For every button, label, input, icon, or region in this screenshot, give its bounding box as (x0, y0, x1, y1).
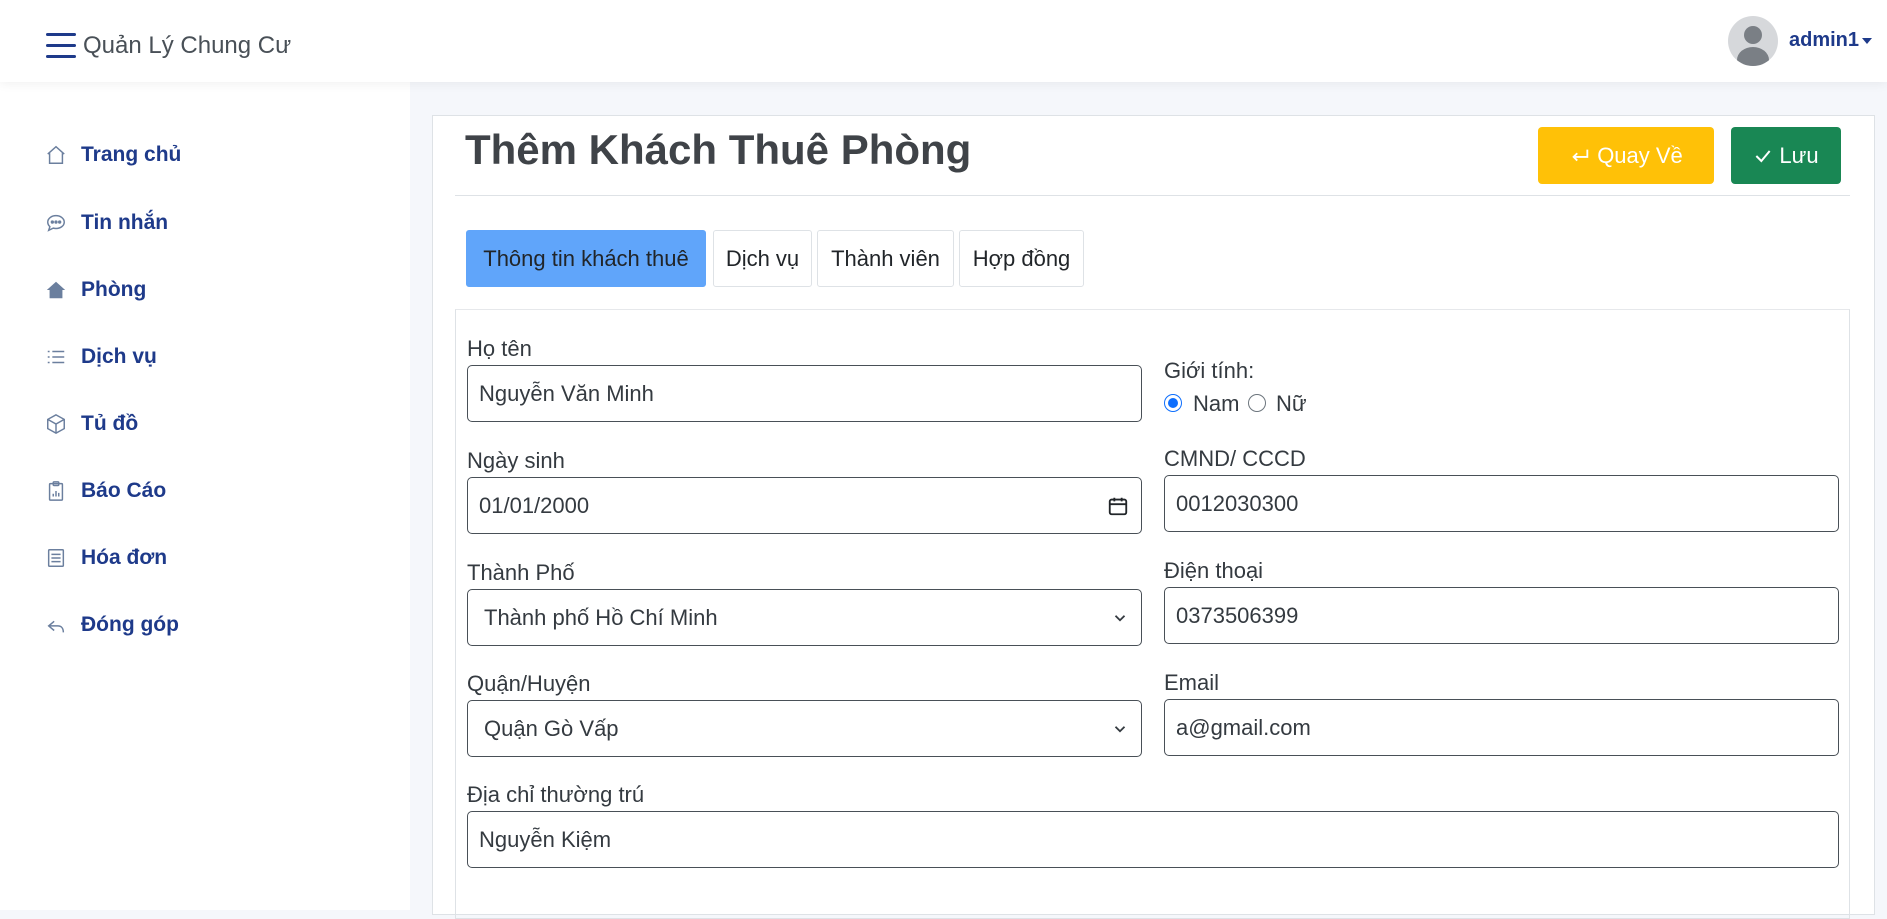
user-avatar[interactable] (1728, 16, 1778, 66)
menu-toggle-icon[interactable] (46, 33, 76, 59)
tab-thong-tin-khach-thue[interactable]: Thông tin khách thuê (466, 230, 706, 287)
sidebar-item-trang-chu[interactable]: Trang chủ (44, 138, 374, 172)
gender-option-nu-label: Nữ (1276, 391, 1307, 416)
sidebar-item-label: Báo Cáo (81, 479, 167, 502)
birth-date-label: Ngày sinh (467, 448, 565, 473)
chat-icon (44, 211, 68, 235)
tab-hop-dong[interactable]: Hợp đồng (959, 230, 1084, 287)
sidebar-item-dong-gop[interactable]: Đóng góp (44, 608, 374, 642)
gender-option-nam-label: Nam (1193, 391, 1240, 416)
sidebar-item-dich-vu[interactable]: Dịch vụ (44, 340, 374, 374)
home-icon (44, 143, 68, 167)
address-label: Địa chỉ thường trú (467, 782, 645, 807)
tab-thanh-vien[interactable]: Thành viên (817, 230, 954, 287)
full-name-input[interactable]: Nguyễn Văn Minh (467, 365, 1142, 422)
sidebar: Trang chủ Tin nhắn Phòng Dịch vụ Tủ đồ B… (0, 82, 410, 910)
check-icon (1756, 149, 1771, 162)
sidebar-item-label: Tin nhắn (81, 211, 169, 234)
district-label: Quận/Huyện (467, 671, 591, 696)
app-title: Quản Lý Chung Cư (83, 32, 292, 59)
gender-label: Giới tính: (1164, 358, 1255, 383)
city-selected-value: Thành phố Hồ Chí Minh (484, 604, 718, 630)
phone-label: Điện thoại (1164, 558, 1264, 583)
gender-radio-nu[interactable] (1248, 394, 1266, 412)
sidebar-item-label: Tủ đồ (81, 412, 139, 435)
phone-input[interactable]: 0373506399 (1164, 587, 1839, 644)
email-label: Email (1164, 670, 1220, 695)
sidebar-item-label: Đóng góp (81, 613, 179, 636)
sidebar-item-label: Trang chủ (81, 143, 182, 166)
gender-radio-nam[interactable] (1164, 394, 1182, 412)
reply-icon (44, 613, 68, 637)
city-select[interactable]: Thành phố Hồ Chí Minh (467, 589, 1142, 646)
return-arrow-icon (1572, 149, 1589, 161)
sidebar-item-label: Phòng (81, 278, 147, 301)
user-menu-toggle[interactable]: admin1 (1789, 29, 1859, 52)
caret-down-icon[interactable] (1862, 38, 1872, 44)
clipboard-chart-icon (44, 479, 68, 503)
list-icon (44, 345, 68, 369)
birth-date-input[interactable]: 01/01/2000 (467, 477, 1142, 534)
divider (455, 195, 1850, 196)
calendar-icon[interactable] (1107, 495, 1129, 523)
city-label: Thành Phố (467, 560, 575, 585)
sidebar-item-hoa-don[interactable]: Hóa đơn (44, 541, 374, 575)
box-icon (44, 412, 68, 436)
chevron-down-icon (1111, 718, 1129, 744)
receipt-icon (44, 546, 68, 570)
chevron-down-icon (1111, 607, 1129, 633)
sidebar-item-label: Dịch vụ (81, 345, 157, 368)
page-title: Thêm Khách Thuê Phòng (465, 126, 972, 173)
back-button-label: Quay Về (1597, 142, 1683, 168)
back-button[interactable]: Quay Về (1538, 127, 1714, 184)
sidebar-item-tin-nhan[interactable]: Tin nhắn (44, 206, 374, 240)
save-button[interactable]: Lưu (1731, 127, 1841, 184)
birth-date-value: 01/01/2000 (479, 492, 590, 518)
save-button-label: Lưu (1779, 142, 1819, 168)
sidebar-item-bao-cao[interactable]: Báo Cáo (44, 474, 374, 508)
district-select[interactable]: Quận Gò Vấp (467, 700, 1142, 757)
id-card-input[interactable]: 0012030300 (1164, 475, 1839, 532)
id-card-label: CMND/ CCCD (1164, 446, 1306, 471)
sidebar-item-label: Hóa đơn (81, 546, 168, 569)
house-fill-icon (44, 278, 68, 302)
address-input[interactable]: Nguyễn Kiệm (467, 811, 1839, 868)
email-input[interactable]: a@gmail.com (1164, 699, 1839, 756)
top-bar: Quản Lý Chung Cư admin1 (0, 0, 1887, 82)
sidebar-item-phong[interactable]: Phòng (44, 273, 374, 307)
sidebar-item-tu-do[interactable]: Tủ đồ (44, 407, 374, 441)
full-name-label: Họ tên (467, 336, 532, 361)
tab-dich-vu[interactable]: Dịch vụ (713, 230, 812, 287)
district-selected-value: Quận Gò Vấp (484, 715, 619, 741)
